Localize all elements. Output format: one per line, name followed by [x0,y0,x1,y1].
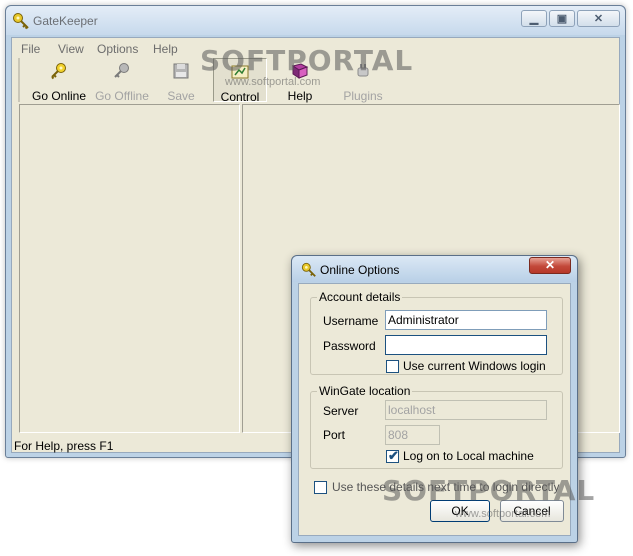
left-pane[interactable] [19,104,240,433]
dialog-title: Online Options [320,263,400,277]
save-button[interactable]: Save [160,58,202,103]
help-button[interactable]: Help [275,58,325,103]
minimize-icon: ▁ [529,13,539,25]
go-offline-button[interactable]: Go Offline [92,58,152,103]
checkmark-icon: ✔ [388,448,399,463]
menu-file[interactable]: File [21,42,40,56]
account-details-group: Account details Username Password Use cu… [310,290,563,375]
dialog-title-bar[interactable]: Online Options ✕ [292,256,577,282]
key-icon [301,262,316,277]
password-label: Password [323,339,376,353]
menu-help[interactable]: Help [153,42,178,56]
go-offline-label: Go Offline [95,89,149,103]
close-button[interactable]: ✕ [577,10,620,27]
local-machine-checkbox[interactable]: ✔ [386,448,399,463]
plugins-icon [357,64,369,77]
save-icon [173,63,189,79]
windows-login-label: Use current Windows login [403,359,546,373]
key-icon [51,63,66,80]
control-button[interactable]: Control [213,58,267,104]
minimize-button[interactable]: ▁ [521,10,547,27]
save-label: Save [167,89,195,103]
go-online-button[interactable]: Go Online [30,58,88,103]
menu-view[interactable]: View [58,42,84,56]
toolbar: Go Online Go Offline Save Control Help P… [18,58,398,104]
online-options-dialog: Online Options ✕ Account details Usernam… [291,255,578,543]
maximize-icon: ▣ [556,13,568,25]
status-text: For Help, press F1 [14,439,114,453]
dialog-body: Account details Username Password Use cu… [298,283,571,536]
window-title: GateKeeper [33,14,98,28]
remember-label: Use these details next time to login dir… [332,480,560,494]
dialog-close-button[interactable]: ✕ [529,257,571,274]
maximize-button[interactable]: ▣ [549,10,575,27]
help-label: Help [287,89,313,103]
go-online-label: Go Online [31,89,87,103]
username-label: Username [323,314,379,328]
menu-bar: File View Options Help [12,40,619,58]
windows-login-checkbox[interactable] [386,360,399,373]
close-icon: ✕ [593,13,604,25]
cancel-button[interactable]: Cancel [500,500,564,522]
password-input[interactable] [385,335,547,355]
close-icon: ✕ [544,258,556,272]
help-book-icon [291,63,309,79]
local-machine-label: Log on to Local machine [403,449,534,463]
account-details-legend: Account details [317,290,403,304]
main-title-bar[interactable]: GateKeeper ▁ ▣ ✕ [6,6,625,35]
remember-checkbox[interactable] [314,481,327,494]
key-icon [13,13,29,30]
server-input[interactable] [385,400,547,420]
key-gray-icon [114,63,129,78]
port-label: Port [323,428,346,442]
menu-options[interactable]: Options [97,42,138,56]
control-panel-icon [231,65,249,79]
port-input[interactable] [385,425,440,445]
plugins-button[interactable]: Plugins [338,58,388,103]
wingate-location-group: WinGate location Server Port ✔ Log on to… [310,384,563,469]
server-label: Server [323,404,359,418]
username-input[interactable] [385,310,547,330]
ok-button[interactable]: OK [430,500,490,522]
control-label: Control [220,90,260,104]
plugins-label: Plugins [343,89,383,103]
wingate-location-legend: WinGate location [317,384,413,398]
caption-buttons: ▁ ▣ ✕ [521,10,620,27]
